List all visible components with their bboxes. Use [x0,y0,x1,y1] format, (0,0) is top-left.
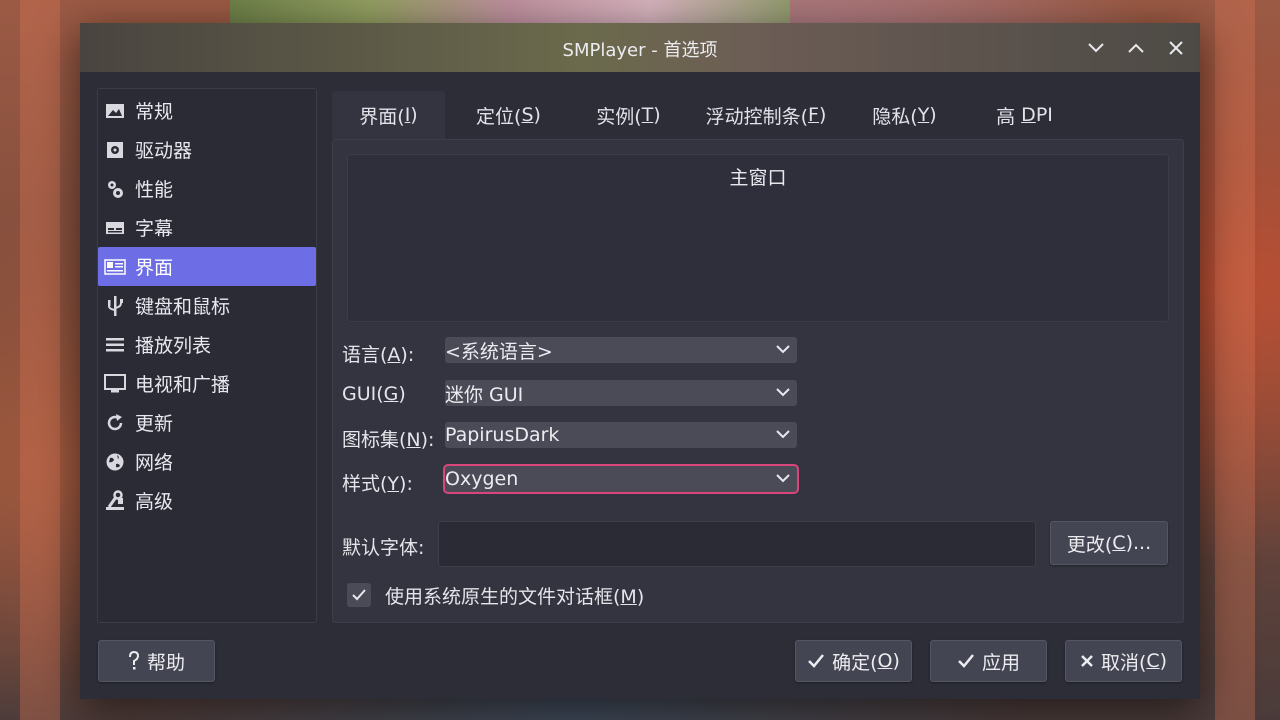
image-icon [104,100,126,122]
interface-icon [104,256,126,278]
checkmark-icon [957,653,975,669]
sidebar-item-tv-radio[interactable]: 电视和广播 [98,364,316,403]
tab-bar: 界面(I) 定位(S) 实例(T) 浮动控制条(F) 隐私(Y) 高 D PI [332,91,1182,139]
main-window-group: 主窗口 [347,154,1169,322]
background-pillar [20,0,60,720]
help-icon [128,651,140,671]
gui-label: GUI(G) [342,383,406,405]
sidebar-item-performance[interactable]: 性能 [98,169,316,208]
category-list: 常规 驱动器 性能 字幕 界面 键盘和鼠标 播放列表 电视和广播 更新 网络 高… [97,88,317,623]
help-button[interactable]: 帮助 [98,640,215,682]
refresh-icon [104,412,126,434]
chevron-down-icon [776,345,790,354]
close-icon [1169,41,1183,55]
ok-button[interactable]: 确定(O) [795,640,912,682]
tab-privacy[interactable]: 隐私(Y) [847,91,962,139]
default-font-field[interactable] [438,521,1036,567]
drive-icon [104,139,126,161]
subtitles-icon [104,217,126,239]
list-icon [104,334,126,356]
native-dialog-label[interactable]: 使用系统原生的文件对话框(M) [385,582,644,609]
sidebar-item-advanced[interactable]: 高级 [98,481,316,520]
language-label: 语言(A): [342,344,415,366]
close-button[interactable] [1163,35,1189,61]
group-title: 主窗口 [729,167,787,189]
window-title: SMPlayer - 首选项 [562,40,718,61]
iconset-label: 图标集(N): [342,429,435,451]
apply-button[interactable]: 应用 [930,640,1047,682]
gears-icon [104,178,126,200]
tab-floating-control[interactable]: 浮动控制条(F) [691,91,841,139]
cancel-button[interactable]: 取消(C) [1065,640,1182,682]
minimize-button[interactable] [1083,35,1109,61]
sidebar-item-subtitles[interactable]: 字幕 [98,208,316,247]
maximize-button[interactable] [1123,35,1149,61]
language-select[interactable]: <系统语言> [445,337,797,363]
sidebar-item-network[interactable]: 网络 [98,442,316,481]
style-select[interactable]: Oxygen [445,466,797,492]
default-font-label: 默认字体: [342,537,425,559]
close-icon [1080,654,1094,668]
sidebar-item-updates[interactable]: 更新 [98,403,316,442]
gui-select[interactable]: 迷你 GUI [445,380,797,406]
chevron-down-icon [1088,43,1104,53]
change-font-button[interactable]: 更改(C)... [1050,521,1168,565]
chevron-up-icon [1128,43,1144,53]
chevron-down-icon [776,474,790,483]
preferences-dialog: SMPlayer - 首选项 常规 驱动器 性能 字幕 界面 键盘和鼠标 播放列… [80,23,1200,699]
monitor-icon [104,373,126,395]
sidebar-item-interface[interactable]: 界面 [98,247,316,286]
checkmark-icon [352,589,366,601]
sidebar-item-playlist[interactable]: 播放列表 [98,325,316,364]
checkmark-icon [807,653,825,669]
tools-icon [104,489,126,512]
sidebar-item-drives[interactable]: 驱动器 [98,130,316,169]
sidebar-item-general[interactable]: 常规 [98,91,316,130]
chevron-down-icon [776,388,790,397]
native-dialog-checkbox[interactable] [347,583,371,607]
sidebar-item-keyboard-mouse[interactable]: 键盘和鼠标 [98,286,316,325]
chevron-down-icon [776,430,790,439]
background-pillar [1215,0,1255,720]
iconset-select[interactable]: PapirusDark [445,422,797,448]
globe-icon [104,451,126,473]
title-bar[interactable]: SMPlayer - 首选项 [80,23,1200,72]
tab-instances[interactable]: 实例(T) [571,91,686,139]
tab-high-dpi[interactable]: 高 D PI [967,91,1082,139]
usb-icon [104,295,126,317]
tab-seeking[interactable]: 定位(S) [451,91,566,139]
tab-interface[interactable]: 界面(I) [332,91,445,139]
style-label: 样式(Y): [342,473,413,495]
